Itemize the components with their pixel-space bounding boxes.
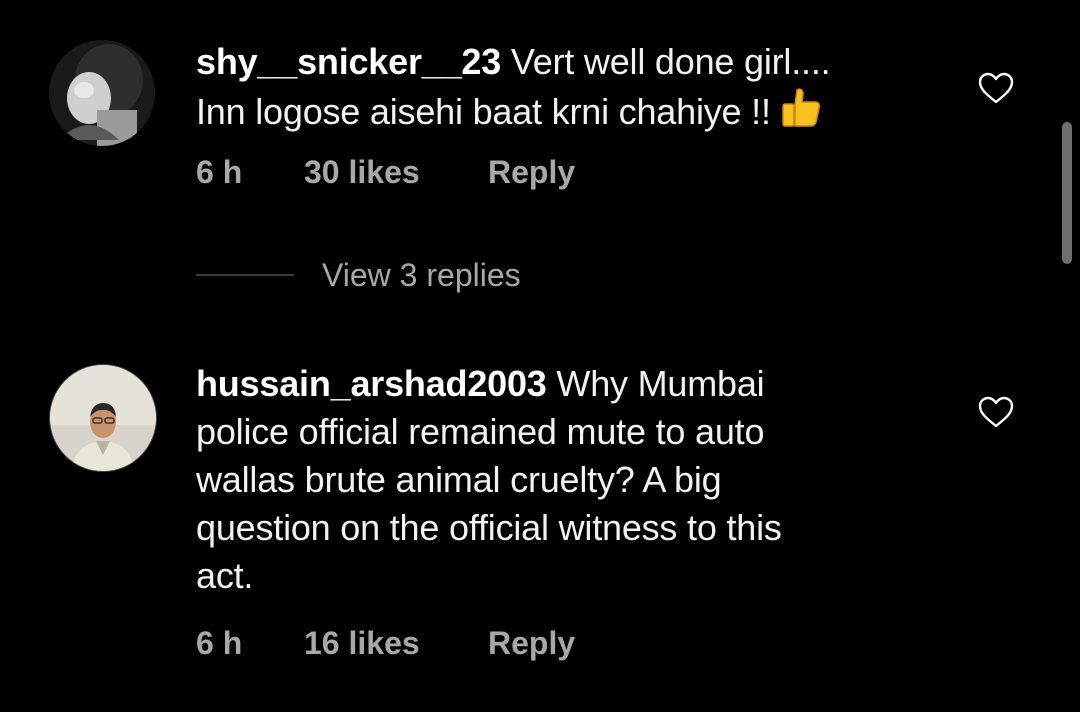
scrollbar[interactable] — [1062, 122, 1072, 264]
comment-meta: 6 h 16 likes Reply — [196, 625, 575, 662]
comment-body-line: wallas brute animal cruelty? A big — [196, 459, 722, 500]
comment-likes[interactable]: 16 likes — [304, 625, 488, 662]
comment-body-line: act. — [196, 555, 254, 596]
avatar[interactable] — [49, 364, 157, 472]
comment-body-line: Vert well done girl.... — [510, 41, 831, 82]
avatar[interactable] — [49, 40, 155, 146]
comment-username[interactable]: hussain_arshad2003 — [196, 363, 547, 404]
heart-icon[interactable] — [978, 396, 1014, 428]
heart-icon[interactable] — [978, 72, 1014, 104]
comment-username[interactable]: shy__snicker__23 — [196, 41, 501, 82]
thumbs-up-icon — [779, 86, 823, 142]
comment-body-line: Inn logose aisehi baat krni chahiye !! — [196, 91, 771, 132]
comment-time: 6 h — [196, 154, 243, 190]
comment-body-line: police official remained mute to auto — [196, 411, 765, 452]
divider — [196, 274, 294, 276]
comment-body-line: question on the official witness to this — [196, 507, 782, 548]
comment-text: hussain_arshad2003 Why Mumbai police off… — [196, 360, 782, 600]
view-replies-button[interactable]: View 3 replies — [196, 251, 521, 299]
comment-body-line: Why Mumbai — [556, 363, 765, 404]
reply-button[interactable]: Reply — [488, 154, 575, 191]
avatar-photo — [50, 365, 156, 471]
comment-meta: 6 h 30 likes Reply — [196, 154, 575, 191]
avatar-photo — [49, 40, 155, 146]
comment-likes[interactable]: 30 likes — [304, 154, 488, 191]
view-replies-label: View 3 replies — [322, 256, 521, 293]
reply-button[interactable]: Reply — [488, 625, 575, 662]
comment-time: 6 h — [196, 625, 243, 661]
comment-text: shy__snicker__23 Vert well done girl....… — [196, 38, 831, 142]
